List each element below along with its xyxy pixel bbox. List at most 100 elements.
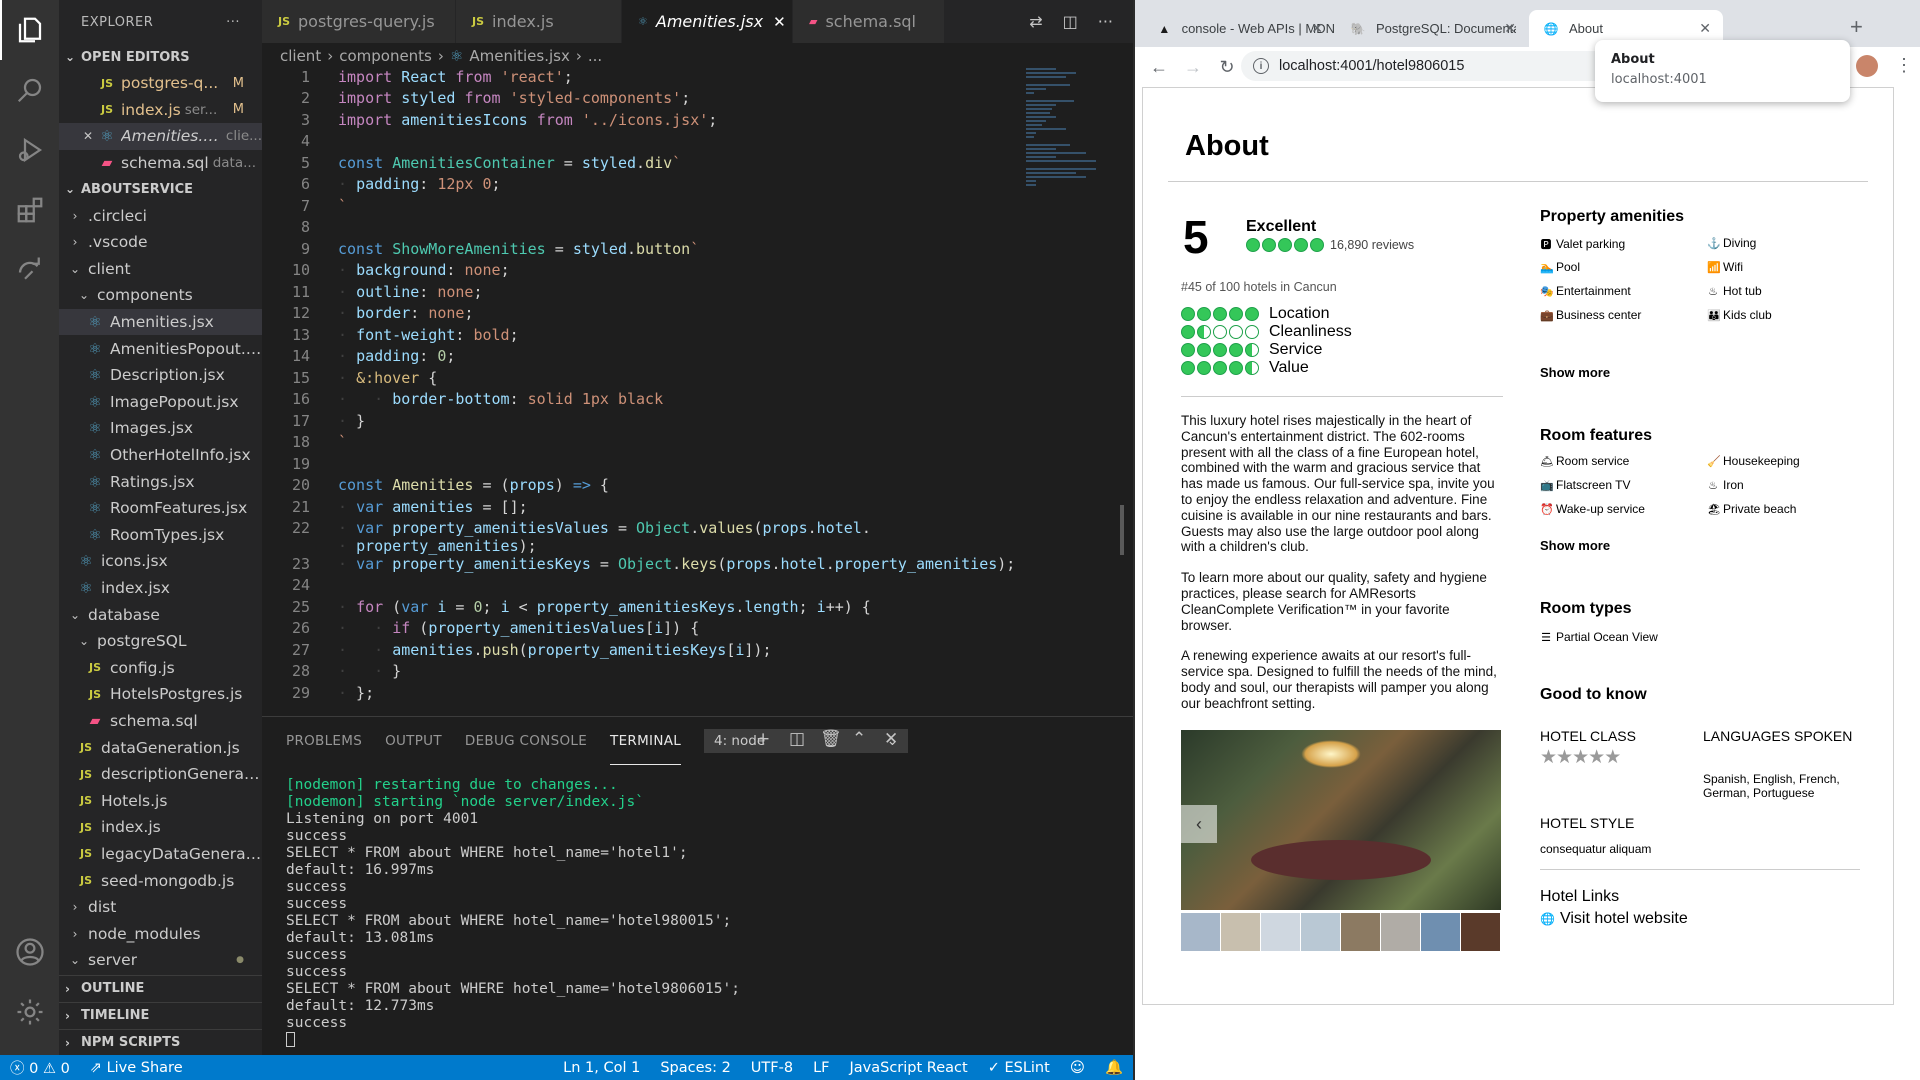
file-tree-item[interactable]: ⌄ server ● (59, 947, 262, 974)
code-view[interactable]: 1 import React from 'react'; 2 import style… (262, 66, 1022, 704)
photo-thumbnail[interactable] (1341, 913, 1380, 951)
file-tree-item[interactable]: JS descriptionGenerat... (59, 761, 262, 788)
close-tab-icon[interactable]: ✕ (1699, 20, 1711, 37)
breadcrumb-item[interactable]: components (339, 47, 432, 65)
file-tree-item[interactable]: › .vscode (59, 229, 262, 256)
file-tree-item[interactable]: ⚛ Ratings.jsx (59, 468, 262, 495)
minimap[interactable] (1026, 66, 1106, 186)
browser-tab-mdn[interactable]: ▲ console - Web APIs | MDN ✕ (1143, 10, 1335, 47)
open-editor-item[interactable]: JS index.js ser... M (59, 97, 262, 124)
extensions-icon[interactable] (0, 180, 59, 240)
file-tree-item[interactable]: JS index.js (59, 814, 262, 841)
eslint-status[interactable]: ✓ ESLint (978, 1060, 1060, 1076)
close-panel-icon[interactable]: ✕ (884, 729, 898, 749)
site-info-icon[interactable]: i (1253, 58, 1269, 74)
outline-section[interactable]: › OUTLINE (59, 975, 262, 1001)
file-tree-item[interactable]: ⚛ RoomTypes.jsx (59, 522, 262, 549)
editor-tab[interactable]: JS index.js (456, 0, 622, 43)
language-mode[interactable]: JavaScript React (840, 1060, 978, 1076)
photo-thumbnail[interactable] (1221, 913, 1260, 951)
encoding[interactable]: UTF-8 (741, 1060, 803, 1076)
editor-tab[interactable]: ▰ schema.sql (793, 0, 945, 43)
new-terminal-icon[interactable]: + (756, 729, 770, 749)
file-tree-item[interactable]: ⚛ ImagePopout.jsx (59, 389, 262, 416)
panel-tab-problems[interactable]: PROBLEMS (286, 717, 362, 765)
account-icon[interactable] (0, 922, 59, 982)
panel-tab-terminal[interactable]: TERMINAL (610, 717, 682, 765)
terminal-prompt[interactable] (286, 1032, 740, 1049)
open-editor-item[interactable]: ✕ ⚛ Amenities.jsx clie... (59, 123, 262, 150)
terminal-select[interactable]: 4: node ⌄ (704, 729, 908, 753)
room-features-show-more-button[interactable]: Show more (1540, 538, 1610, 553)
hotel-photo[interactable]: ‹ (1181, 730, 1501, 910)
workspace-section[interactable]: ⌄ ABOUTSERVICE (59, 176, 262, 202)
forward-arrow-icon[interactable]: → (1183, 57, 1203, 78)
visit-website-link[interactable]: 🌐 Visit hotel website (1540, 910, 1688, 928)
trash-icon[interactable]: 🗑 (820, 729, 842, 749)
terminal-output[interactable]: [nodemon] restarting due to changes... [n… (286, 777, 740, 1049)
reload-icon[interactable]: ↻ (1217, 57, 1237, 78)
split-terminal-icon[interactable]: ◫ (789, 729, 805, 749)
run-debug-icon[interactable] (0, 120, 59, 180)
editor-tab[interactable]: JS postgres-query.js (262, 0, 456, 43)
photo-thumbnail[interactable] (1461, 913, 1500, 951)
close-tab-icon[interactable]: ✕ (773, 13, 786, 31)
timeline-section[interactable]: › TIMELINE (59, 1002, 262, 1028)
file-tree-item[interactable]: ⌄ components (59, 282, 262, 309)
explorer-icon[interactable] (0, 0, 59, 60)
file-tree-item[interactable]: ⌄ postgreSQL (59, 628, 262, 655)
file-tree-item[interactable]: › node_modules (59, 920, 262, 947)
file-tree-item[interactable]: ⚛ icons.jsx (59, 548, 262, 575)
file-tree-item[interactable]: ⌄ client (59, 256, 262, 283)
photo-prev-arrow-icon[interactable]: ‹ (1181, 805, 1217, 843)
browser-menu-icon[interactable]: ⋮ (1895, 55, 1913, 76)
more-icon[interactable]: ··· (1098, 12, 1113, 31)
open-editor-item[interactable]: JS postgres-q... M (59, 70, 262, 97)
file-tree-item[interactable]: ▰ schema.sql (59, 708, 262, 735)
file-tree-item[interactable]: ⌄ database (59, 601, 262, 628)
file-tree-item[interactable]: JS legacyDataGenerati... (59, 841, 262, 868)
indentation[interactable]: Spaces: 2 (650, 1060, 740, 1076)
file-tree-item[interactable]: › dist (59, 894, 262, 921)
live-share-icon[interactable] (0, 240, 59, 300)
search-icon[interactable] (0, 60, 59, 120)
breadcrumb-item[interactable]: ... (588, 47, 602, 65)
npm-scripts-section[interactable]: › NPM SCRIPTS (59, 1029, 262, 1055)
browser-tab-postgres[interactable]: 🐘 PostgreSQL: Documentation ✕ (1336, 10, 1528, 47)
profile-avatar[interactable] (1856, 55, 1878, 77)
more-actions-icon[interactable]: ··· (226, 15, 240, 30)
live-share-status[interactable]: ⇗ Live Share (80, 1060, 193, 1076)
review-count[interactable]: 16,890 reviews (1330, 238, 1414, 252)
file-tree-item[interactable]: JS Hotels.js (59, 787, 262, 814)
split-editor-icon[interactable]: ◫ (1063, 12, 1078, 31)
compare-icon[interactable]: ⇄ (1029, 12, 1042, 31)
notifications-bell-icon[interactable]: 🔔 (1095, 1059, 1133, 1076)
file-tree-item[interactable]: ⚛ Description.jsx (59, 362, 262, 389)
property-show-more-button[interactable]: Show more (1540, 365, 1610, 380)
photo-thumbnail[interactable] (1261, 913, 1300, 951)
file-tree-item[interactable]: JS seed-mongodb.js (59, 867, 262, 894)
file-tree-item[interactable]: ⚛ Amenities.jsx (59, 308, 262, 336)
file-tree-item[interactable]: ⚛ RoomFeatures.jsx (59, 495, 262, 522)
panel-tab-debug-console[interactable]: DEBUG CONSOLE (465, 717, 587, 765)
file-tree-item[interactable]: ⚛ AmenitiesPopout.j... (59, 335, 262, 362)
new-tab-icon[interactable]: + (1850, 14, 1863, 40)
file-tree-item[interactable]: JS HotelsPostgres.js (59, 681, 262, 708)
photo-thumbnail[interactable] (1381, 913, 1420, 951)
back-arrow-icon[interactable]: ← (1149, 57, 1169, 78)
file-tree-item[interactable]: JS config.js (59, 654, 262, 681)
feedback-icon[interactable]: ☺ (1060, 1060, 1095, 1076)
problems-status[interactable]: ⓧ 0 ⚠ 0 (0, 1057, 80, 1078)
photo-thumbnail[interactable] (1181, 913, 1220, 951)
maximize-panel-icon[interactable]: ⌃ (852, 729, 866, 749)
close-tab-icon[interactable]: ✕ (1504, 20, 1516, 37)
photo-thumbnail[interactable] (1301, 913, 1340, 951)
settings-gear-icon[interactable] (0, 982, 59, 1042)
editor-scrollbar[interactable] (1120, 505, 1124, 555)
end-of-line[interactable]: LF (803, 1060, 839, 1076)
close-tab-icon[interactable]: ✕ (1311, 20, 1323, 37)
panel-tab-output[interactable]: OUTPUT (385, 717, 442, 765)
close-editor-icon[interactable]: ✕ (79, 129, 97, 143)
photo-thumbnail[interactable] (1421, 913, 1460, 951)
file-tree-item[interactable]: ⚛ index.jsx (59, 575, 262, 602)
